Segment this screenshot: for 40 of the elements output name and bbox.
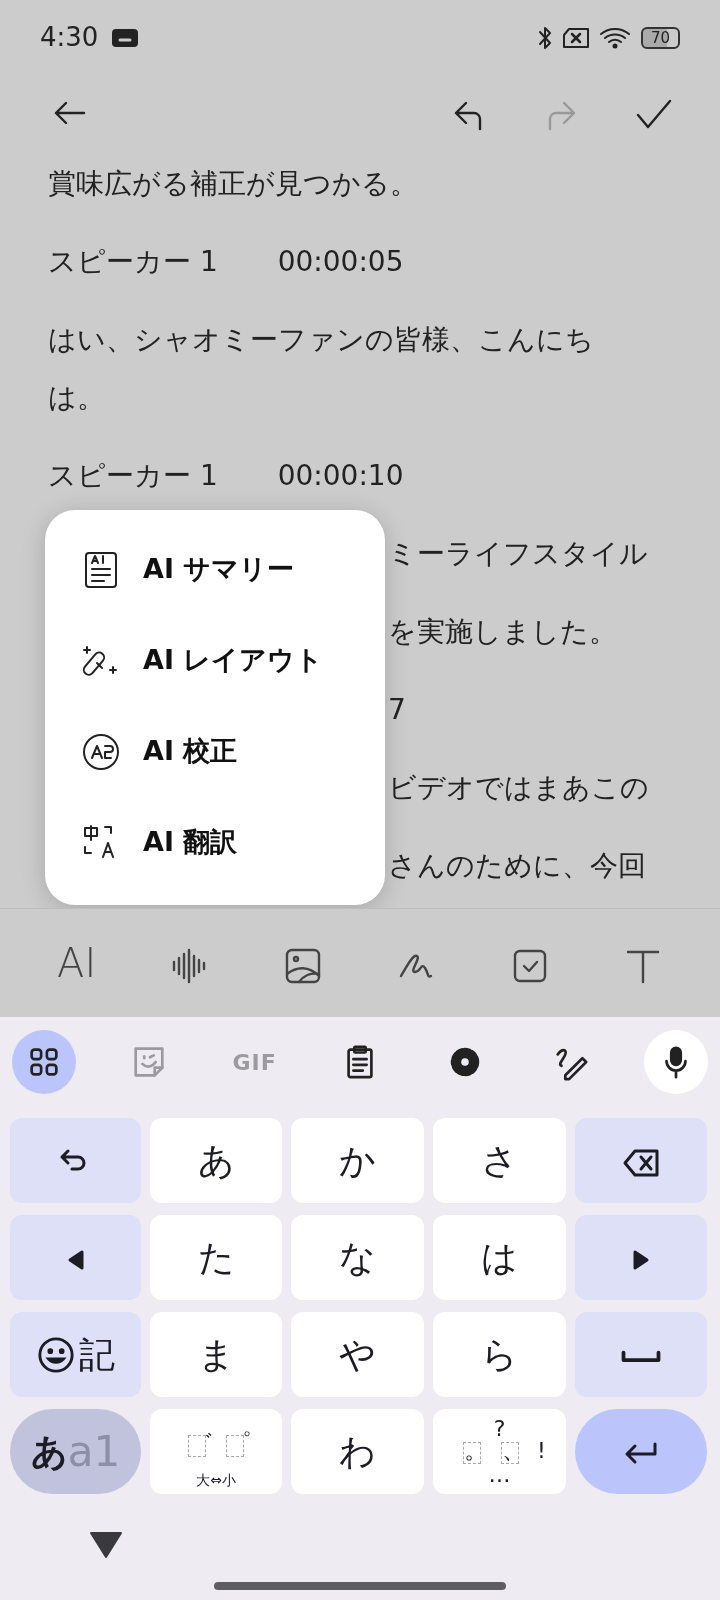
punctuation-key[interactable]: ? 。 、 ! … [433, 1409, 566, 1494]
paragraph-text: を実施しました。 [388, 615, 617, 648]
timestamp: 00:00:10 [277, 458, 404, 494]
key[interactable]: ら [433, 1312, 566, 1397]
status-time: 4:30 [40, 21, 99, 54]
timestamp: 00:00:05 [277, 244, 404, 280]
circle-letters-icon [81, 731, 121, 772]
menu-item[interactable]: AI サマリー [45, 524, 385, 615]
backspace-key[interactable] [575, 1118, 707, 1203]
voicemail-icon [112, 28, 139, 47]
dakuten-key[interactable]: ゛ ゜ 大⇔小 [150, 1409, 282, 1494]
key[interactable]: さ [433, 1118, 566, 1203]
ai-button[interactable]: AI [46, 933, 107, 993]
key[interactable]: か [291, 1118, 424, 1203]
hide-keyboard-icon[interactable] [88, 1530, 124, 1560]
paragraph-text: さんのために、今回 [388, 849, 646, 882]
paragraph-text: はい、シャオミーファンの皆様、こんにちは。 [48, 322, 595, 416]
symbol-key[interactable]: 記 [10, 1312, 141, 1397]
paragraph-text: 賞味広がる補正が見つかる。 [48, 166, 419, 202]
paragraph-text: ビデオではまあこの [388, 771, 649, 804]
smiley-icon [36, 1335, 75, 1374]
bluetooth-icon [536, 24, 553, 51]
key[interactable]: あ [150, 1118, 282, 1203]
space-icon [621, 1350, 661, 1363]
key[interactable]: な [291, 1215, 424, 1300]
key[interactable]: わ [291, 1409, 424, 1494]
menu-item[interactable]: AI 翻訳 [45, 797, 385, 888]
paragraph-text: 7 [388, 693, 406, 726]
key[interactable]: た [150, 1215, 282, 1300]
speaker-label: スピーカー 1 [48, 458, 218, 494]
battery-level: 70 [640, 26, 680, 49]
menu-item[interactable]: AI 校正 [45, 706, 385, 797]
key[interactable]: ま [150, 1312, 282, 1397]
key[interactable]: は [433, 1215, 566, 1300]
menu-item[interactable]: AI レイアウト [45, 615, 385, 706]
no-sim-icon [560, 26, 591, 49]
wifi-icon [598, 25, 633, 50]
key[interactable]: や [291, 1312, 424, 1397]
speaker-label: スピーカー 1 [48, 244, 218, 280]
paragraph-text: ミーライフスタイル [388, 537, 648, 570]
